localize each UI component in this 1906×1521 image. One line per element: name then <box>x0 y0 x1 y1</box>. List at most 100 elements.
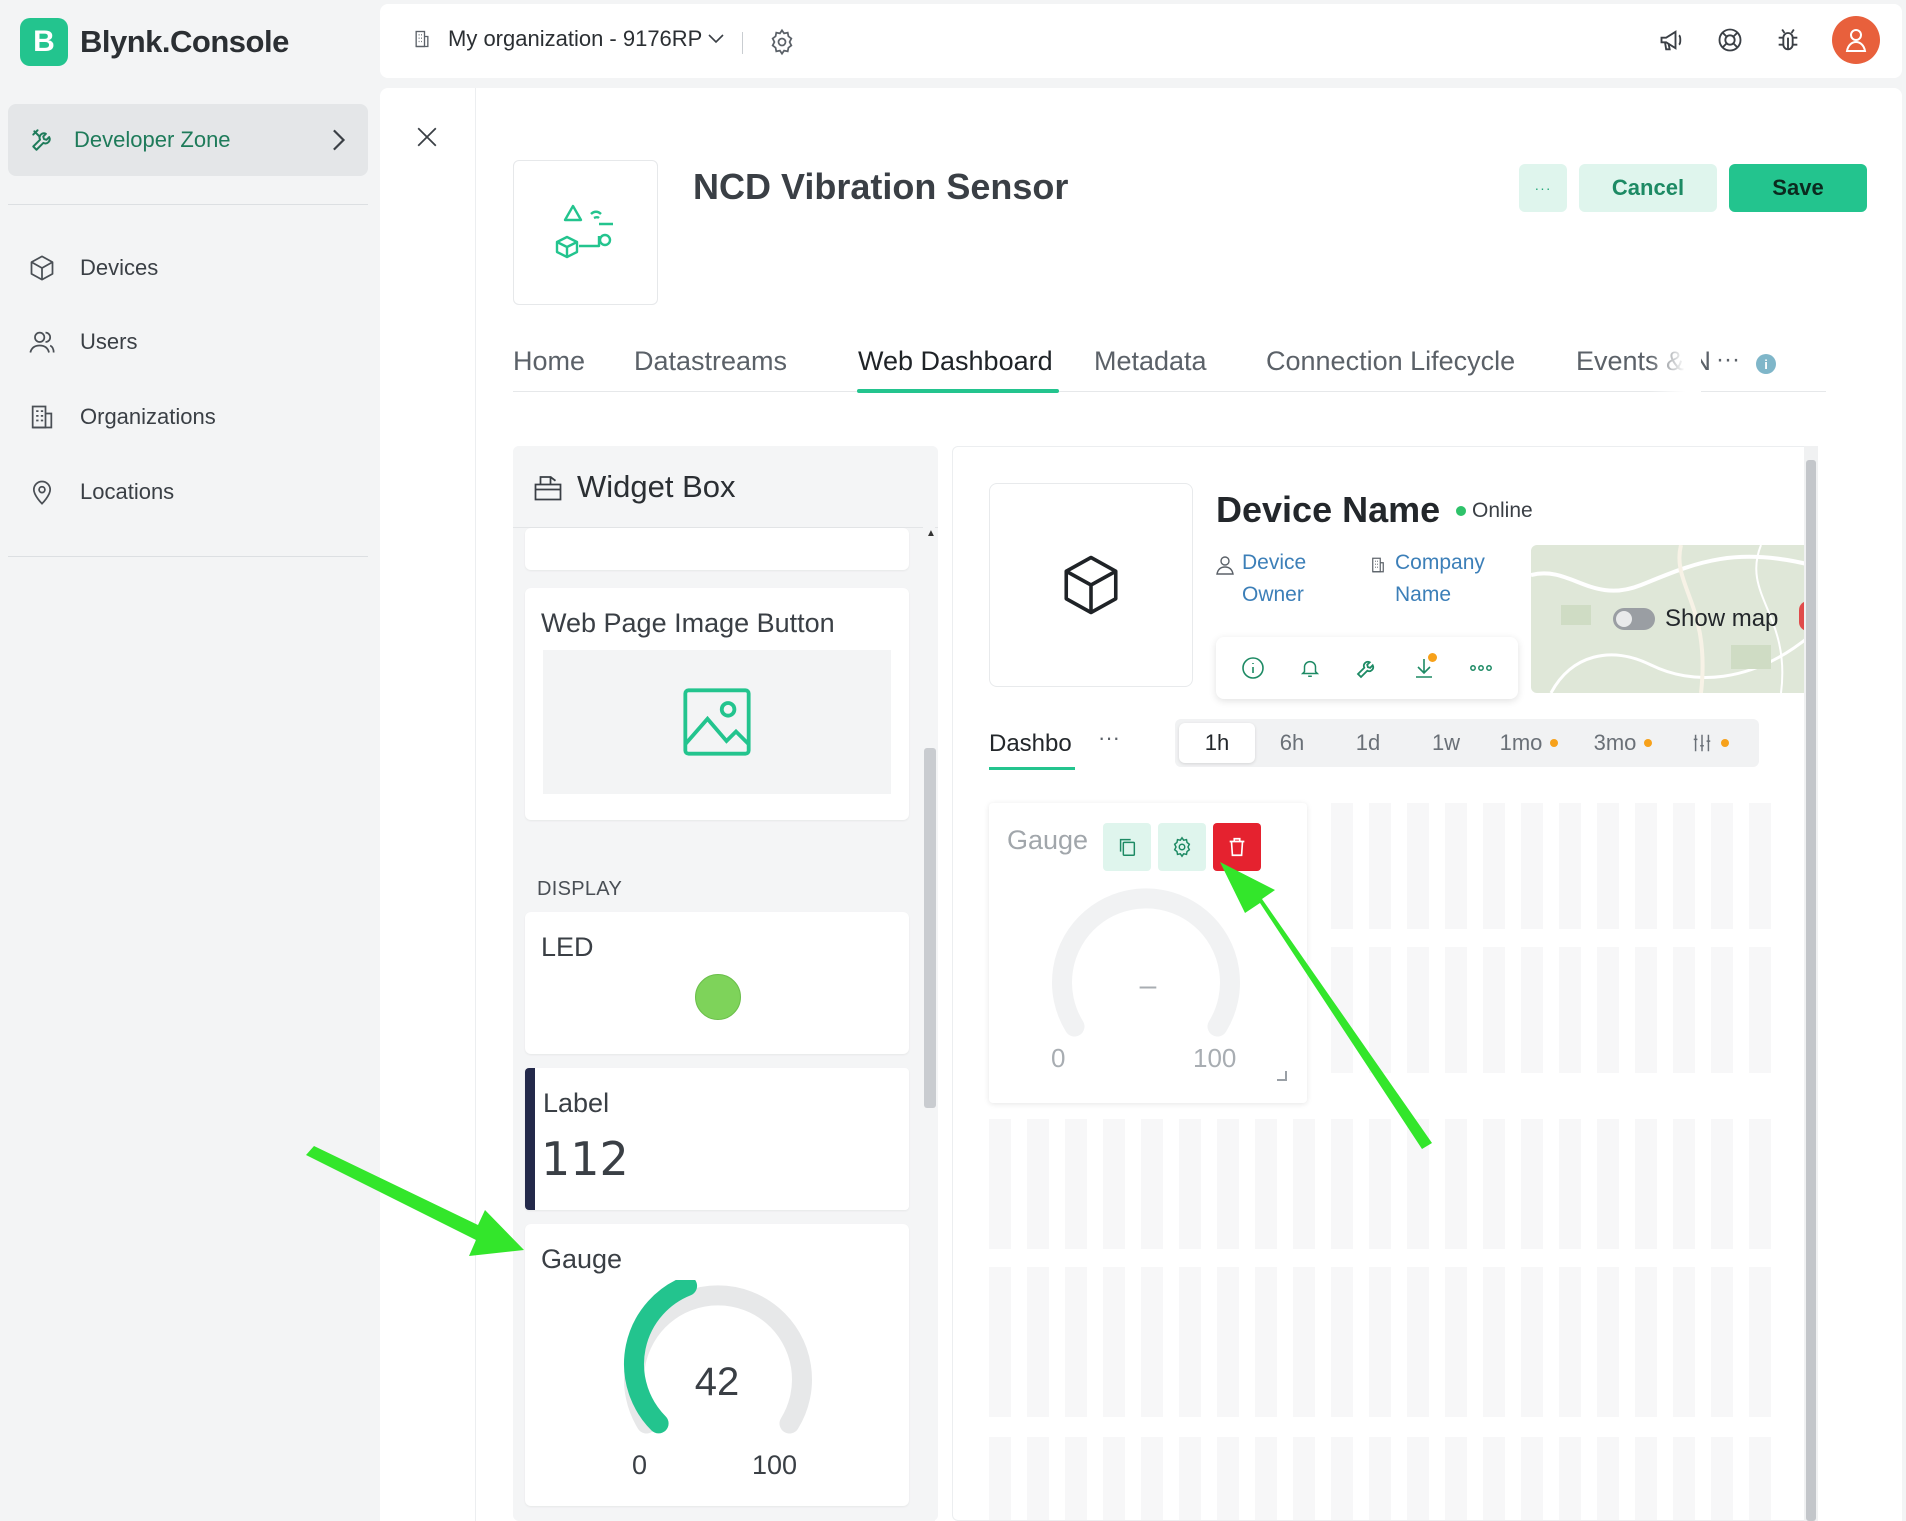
divider <box>742 32 743 54</box>
grid-cell <box>1445 947 1467 1073</box>
grid-cell <box>1673 803 1695 929</box>
tab-connection-lifecycle[interactable]: Connection Lifecycle <box>1266 346 1515 377</box>
gear-icon <box>771 28 793 56</box>
close-button[interactable] <box>416 126 438 153</box>
grid-cell <box>1027 1267 1049 1417</box>
dashboard-gauge-widget[interactable]: Gauge – 0 100 <box>989 803 1307 1103</box>
range-label: 1h <box>1204 730 1230 755</box>
scroll-up-arrow-icon[interactable]: ▲ <box>926 528 936 539</box>
grid-cell <box>1483 1437 1505 1520</box>
grid-cell <box>1217 1437 1239 1520</box>
dashboard-tabs-more-button[interactable]: ··· <box>1098 725 1120 751</box>
template-image[interactable] <box>513 160 658 305</box>
grid-cell <box>1597 1119 1619 1249</box>
building-icon <box>1372 557 1384 573</box>
range-1w[interactable]: 1w <box>1411 719 1481 767</box>
range-1d[interactable]: 1d <box>1333 719 1403 767</box>
user-avatar[interactable] <box>1832 16 1880 64</box>
device-info-button[interactable] <box>1238 653 1268 683</box>
organization-settings-button[interactable] <box>768 28 796 61</box>
sidebar: B Blynk.Console Developer Zone Devices U… <box>0 0 380 1521</box>
tab-web-dashboard[interactable]: Web Dashboard <box>858 346 1053 377</box>
close-icon <box>417 127 437 147</box>
developer-tools-button[interactable] <box>1352 653 1382 683</box>
grid-cell <box>1369 947 1391 1073</box>
cube-icon <box>1064 555 1118 615</box>
grid-cell <box>1293 1119 1315 1249</box>
toggle-switch[interactable] <box>1613 608 1655 630</box>
range-3mo[interactable]: 3mo <box>1581 719 1665 767</box>
info-icon[interactable]: i <box>1756 354 1776 374</box>
widget-card-led[interactable]: LED <box>525 912 909 1054</box>
organization-selector[interactable]: My organization - 9176RP <box>412 26 724 52</box>
delete-widget-button[interactable] <box>1213 823 1261 871</box>
sidebar-item-locations[interactable]: Locations <box>28 472 174 512</box>
save-button[interactable]: Save <box>1729 164 1867 212</box>
grid-cell <box>1559 1119 1581 1249</box>
custom-range-button[interactable] <box>1675 719 1745 767</box>
grid-cell <box>1711 1267 1733 1417</box>
grid-cell <box>1559 803 1581 929</box>
dashboard-tab[interactable]: Dashbo <box>989 730 1075 758</box>
developer-zone-item[interactable]: Developer Zone <box>8 104 368 176</box>
widget-card-web-page-image-button[interactable]: Web Page Image Button <box>525 588 909 820</box>
device-more-button[interactable] <box>1466 653 1496 683</box>
sidebar-item-devices[interactable]: Devices <box>28 248 158 288</box>
grid-cell <box>1749 1267 1771 1417</box>
resize-handle[interactable] <box>1277 1071 1287 1081</box>
sidebar-item-users[interactable]: Users <box>28 322 137 362</box>
developer-zone-label: Developer Zone <box>74 127 231 152</box>
grid-cell <box>1559 947 1581 1073</box>
time-range-selector: 1h 6h 1d 1w 1mo 3mo <box>1175 719 1759 767</box>
brand[interactable]: B Blynk.Console <box>20 18 289 66</box>
device-image <box>989 483 1193 687</box>
announcement-icon[interactable] <box>1658 26 1686 54</box>
duplicate-widget-button[interactable] <box>1103 823 1151 871</box>
tab-metadata[interactable]: Metadata <box>1094 346 1207 377</box>
grid-cell <box>1521 1267 1543 1417</box>
tab-home[interactable]: Home <box>513 346 585 377</box>
notifications-button[interactable] <box>1295 653 1325 683</box>
grid-cell <box>1597 803 1619 929</box>
grid-cell <box>1407 1437 1429 1520</box>
sidebar-item-label: Devices <box>80 255 159 280</box>
grid-cell <box>1331 1119 1353 1249</box>
range-1mo[interactable]: 1mo <box>1487 719 1571 767</box>
bug-icon[interactable] <box>1774 26 1802 54</box>
range-label: 3mo <box>1593 730 1637 755</box>
grid-cell <box>1673 947 1695 1073</box>
grid-cell <box>1711 1437 1733 1520</box>
grid-cell <box>1559 1267 1581 1417</box>
widget-card-label[interactable]: Label 112 <box>525 1068 909 1210</box>
grid-cell <box>1483 1267 1505 1417</box>
widget-settings-button[interactable] <box>1158 823 1206 871</box>
grid-cell <box>1445 803 1467 929</box>
more-options-button[interactable]: ··· <box>1519 164 1567 212</box>
users-icon <box>29 331 55 353</box>
download-button[interactable] <box>1409 653 1439 683</box>
grid-cell <box>1635 1119 1657 1249</box>
trash-icon <box>1229 837 1245 857</box>
tab-datastreams[interactable]: Datastreams <box>634 346 787 377</box>
device-owner-link[interactable]: Device Owner <box>1216 547 1362 611</box>
help-lifebuoy-icon[interactable] <box>1716 26 1744 54</box>
show-map-label: Show map <box>1665 605 1779 632</box>
range-6h[interactable]: 6h <box>1257 719 1327 767</box>
range-1h[interactable]: 1h <box>1179 723 1255 763</box>
tabs-more-button[interactable]: ··· <box>1716 346 1740 374</box>
widget-box-scroll-thumb[interactable] <box>924 748 936 1108</box>
grid-cell <box>1103 1437 1125 1520</box>
grid-cell <box>1521 1437 1543 1520</box>
dashboard-scroll-thumb[interactable] <box>1806 460 1816 1521</box>
grid-cell <box>1711 803 1733 929</box>
grid-cell <box>1369 1437 1391 1520</box>
show-map-toggle[interactable]: Show map <box>1613 605 1778 633</box>
widget-card-partial[interactable] <box>525 528 909 570</box>
grid-cell <box>1673 1437 1695 1520</box>
image-icon <box>683 688 751 756</box>
company-name-link[interactable]: Company Name <box>1369 547 1515 611</box>
image-placeholder <box>543 650 891 794</box>
widget-card-gauge[interactable]: Gauge 42 0 100 <box>525 1224 909 1506</box>
sidebar-item-organizations[interactable]: Organizations <box>28 397 216 437</box>
cancel-button[interactable]: Cancel <box>1579 164 1717 212</box>
